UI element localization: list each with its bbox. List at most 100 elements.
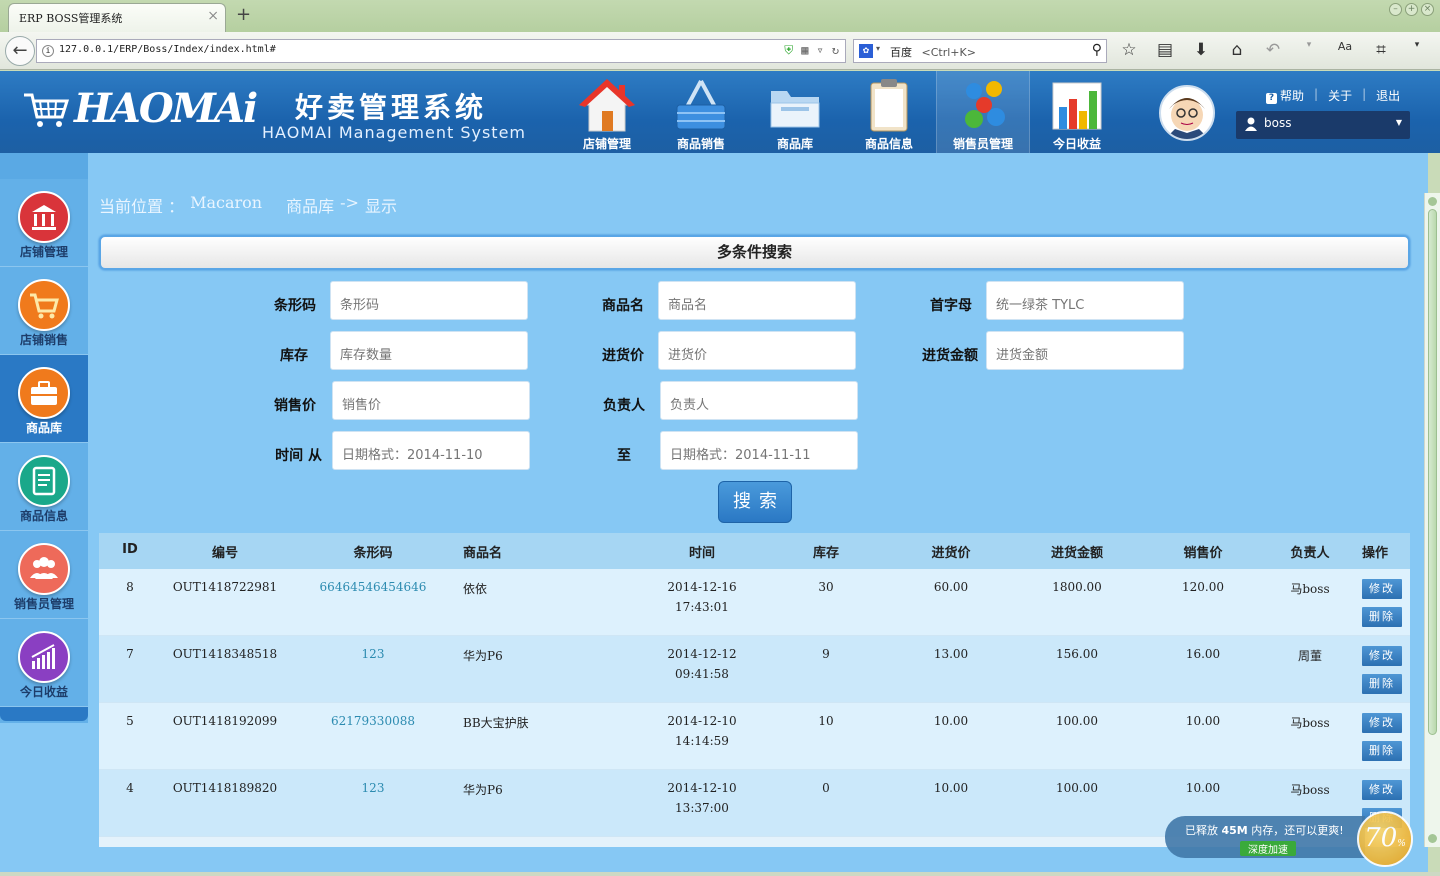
product-name-input[interactable] (658, 281, 856, 320)
shield-icon[interactable]: ⛨ (784, 43, 793, 58)
column-header: 操作 (1361, 546, 1388, 561)
undo-icon[interactable]: ↶ (1262, 40, 1284, 60)
home-icon[interactable]: ⌂ (1226, 40, 1248, 60)
cost-total-label: 进货金额 (922, 348, 978, 364)
column-header: ID (122, 542, 138, 557)
breadcrumb-site[interactable]: Macaron (190, 193, 262, 217)
cell-name: 华为P6 (463, 783, 503, 797)
crop-icon[interactable]: ⌗ (1370, 40, 1392, 60)
cartoon-face-icon (1165, 98, 1209, 139)
time-to-label: 至 (617, 448, 631, 464)
sidebar-item-shop-sales[interactable]: 店铺销售 (0, 267, 88, 355)
new-tab-icon[interactable]: + (236, 4, 251, 25)
address-bar[interactable]: i 127.0.0.1/ERP/Boss/Index/index.html# ⛨… (36, 39, 846, 63)
scroll-up-icon[interactable] (1428, 197, 1437, 206)
initial-input[interactable] (986, 281, 1184, 320)
delete-button[interactable]: 删除 (1362, 741, 1402, 761)
gauge-value: 70 (1364, 823, 1398, 853)
breadcrumb-section[interactable]: 商品库 (286, 193, 334, 217)
sidebar-item-product-info[interactable]: 商品信息 (0, 443, 88, 531)
cell-code: OUT1418192099 (172, 714, 278, 728)
edit-button[interactable]: 修改 (1362, 579, 1402, 599)
close-icon[interactable]: × (207, 8, 219, 24)
qr-code-icon[interactable]: ▦ (801, 43, 808, 58)
back-arrow-icon[interactable]: ← (5, 36, 35, 66)
minimize-icon[interactable]: – (1389, 3, 1402, 16)
column-header: 时间 (688, 546, 715, 561)
dropdown-icon[interactable]: ▾ (1298, 40, 1320, 60)
avatar[interactable] (1159, 85, 1215, 141)
browser-toolbar: ☆ ▤ ⬇ ⌂ ↶ ▾ Aa ⌗ ▾ ≡ (1118, 40, 1440, 60)
cell-barcode[interactable]: 123 (313, 781, 433, 795)
edit-button[interactable]: 修改 (1362, 713, 1402, 733)
topnav-shop-management[interactable]: 店铺管理 (560, 71, 654, 153)
time-to-input[interactable] (660, 431, 858, 470)
edit-button[interactable]: 修改 (1362, 646, 1402, 666)
close-window-icon[interactable]: × (1421, 3, 1434, 16)
sidebar-item-product-library[interactable]: 商品库 (0, 355, 88, 443)
sidebar-item-today-revenue[interactable]: 今日收益 (0, 619, 88, 707)
cell-clock: 13:37:00 (675, 801, 729, 815)
memory-gauge[interactable]: 70% (1357, 811, 1413, 867)
cost-price-input[interactable] (658, 331, 856, 370)
sale-price-input[interactable] (332, 381, 530, 420)
search-box[interactable]: ✿ ▾ 百度 <Ctrl+K> ⚲ (853, 39, 1107, 63)
sidebar-item-shop-management[interactable]: 店铺管理 (0, 179, 88, 267)
baidu-paw-icon[interactable]: ✿ (859, 44, 873, 58)
delete-button[interactable]: 删除 (1362, 674, 1402, 694)
user-dropdown[interactable]: boss ▼ (1236, 111, 1410, 139)
logo[interactable]: HAOMAi (22, 85, 258, 132)
cell-clock: 09:41:58 (675, 667, 729, 681)
column-header: 商品名 (463, 546, 503, 561)
delete-button[interactable]: 删除 (1362, 607, 1402, 627)
cell-id: 4 (126, 781, 134, 795)
cell-code: OUT1418722981 (172, 580, 278, 594)
magnifier-icon[interactable]: ⚲ (1092, 42, 1102, 58)
topnav-salesperson-management[interactable]: 销售员管理 (936, 71, 1030, 153)
time-from-input[interactable] (332, 431, 530, 470)
scroll-thumb[interactable] (1428, 209, 1437, 735)
cell-name: 依依 (463, 582, 488, 596)
topnav-product-sales[interactable]: 商品销售 (654, 71, 748, 153)
topnav-today-revenue[interactable]: 今日收益 (1030, 71, 1124, 153)
bookmark-star-icon[interactable]: ☆ (1118, 40, 1140, 60)
top-navigation: 店铺管理 商品销售 商品库 商品信息 销售员管理 今日收益 (560, 71, 1124, 153)
sidebar-item-salesperson-management[interactable]: 销售员管理 (0, 531, 88, 619)
cell-barcode[interactable]: 123 (313, 647, 433, 661)
stock-input[interactable] (330, 331, 528, 370)
cell-barcode[interactable]: 66464546454646 (313, 580, 433, 594)
owner-input[interactable] (660, 381, 858, 420)
deep-boost-button[interactable]: 深度加速 (1240, 841, 1296, 856)
about-link[interactable]: 关于 (1328, 87, 1352, 104)
topnav-product-info[interactable]: 商品信息 (842, 71, 936, 153)
more-dropdown-icon[interactable]: ▾ (1406, 40, 1428, 60)
dropdown-arrow-icon[interactable]: ▿ (817, 43, 824, 58)
cell-barcode[interactable]: 62179330088 (313, 714, 433, 728)
scroll-down-icon[interactable] (1428, 834, 1437, 843)
cell-date: 2014-12-10 (667, 781, 737, 795)
download-icon[interactable]: ⬇ (1190, 40, 1212, 60)
topnav-product-library[interactable]: 商品库 (748, 71, 842, 153)
restore-icon[interactable]: + (1405, 3, 1418, 16)
cell-cost: 60.00 (933, 580, 969, 594)
edit-button[interactable]: 修改 (1362, 780, 1402, 800)
cell-stock: 0 (822, 781, 830, 795)
breadcrumb-page: 显示 (364, 197, 397, 216)
cell-stock: 10 (818, 714, 834, 728)
help-link[interactable]: ? 帮助 (1266, 87, 1304, 104)
reader-mode-icon[interactable]: Aa (1334, 40, 1356, 60)
logout-link[interactable]: 退出 (1376, 87, 1400, 104)
cell-id: 5 (126, 714, 134, 728)
vertical-scrollbar[interactable] (1424, 193, 1440, 847)
browser-tab[interactable]: ERP BOSS管理系统 × (8, 3, 226, 32)
reading-list-icon[interactable]: ▤ (1154, 40, 1176, 60)
cost-total-input[interactable] (986, 331, 1184, 370)
reload-icon[interactable]: ↻ (832, 43, 839, 58)
toast-amount: 45M (1221, 824, 1248, 837)
cell-cost: 10.00 (933, 714, 969, 728)
chevron-down-icon[interactable]: ▾ (876, 44, 880, 53)
search-button[interactable]: 搜索 (718, 481, 792, 523)
results-table: ID 编号 条形码 商品名 时间 库存 进货价 进货金额 销售价 负责人 操作 … (99, 533, 1410, 847)
topnav-label: 商品信息 (864, 137, 913, 151)
barcode-input[interactable] (330, 281, 528, 320)
